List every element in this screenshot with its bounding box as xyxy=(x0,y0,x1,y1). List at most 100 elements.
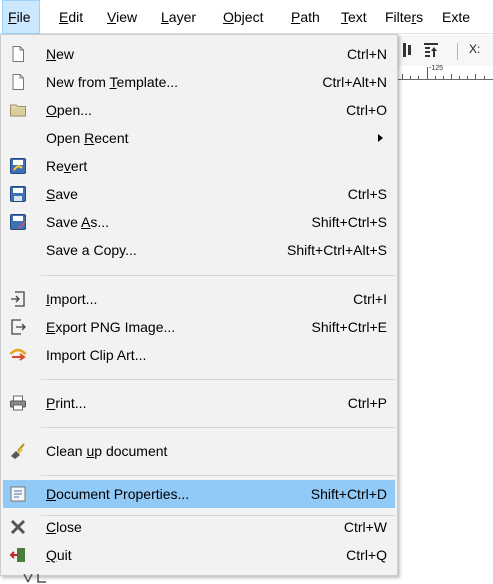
menu-label-post: ile xyxy=(16,9,31,25)
menu-label-pre: Exte xyxy=(442,9,471,25)
menu-label-post: ath xyxy=(300,9,320,25)
menu-item-label: Save As... xyxy=(46,214,110,230)
menu-item-label: Clean up document xyxy=(46,443,168,459)
menu-item-label: Open Recent xyxy=(46,130,129,146)
save-as-icon xyxy=(10,214,26,230)
export-png-icon xyxy=(11,319,26,335)
menu-label-mnemonic: T xyxy=(341,9,348,25)
menu-layer[interactable]: Layer xyxy=(156,0,201,34)
menu-item-open-recent[interactable]: Open Recent xyxy=(3,124,395,152)
shortcut: Ctrl+S xyxy=(347,186,387,202)
menu-item-print[interactable]: Print... Ctrl+P xyxy=(3,389,395,417)
menubar: File Edit View Layer Object Path Text Fi… xyxy=(0,0,493,34)
x-coordinate-label: X: xyxy=(469,42,481,56)
menu-item-label: Import... xyxy=(46,291,98,307)
toolbar-separator xyxy=(457,43,458,60)
menu-item-save[interactable]: Save Ctrl+S xyxy=(3,180,395,208)
new-document-icon xyxy=(12,46,24,62)
menu-item-label: Close xyxy=(46,519,82,535)
menu-path[interactable]: Path xyxy=(286,0,325,34)
menu-label-mnemonic: E xyxy=(59,9,69,25)
menu-item-label: Print... xyxy=(46,395,87,411)
menu-label-post: bject xyxy=(233,9,264,25)
menu-item-label: Open... xyxy=(46,102,92,118)
clean-up-icon xyxy=(11,443,25,459)
menu-item-import[interactable]: Import... Ctrl+I xyxy=(3,285,395,313)
tool-controls-bar: X: xyxy=(398,35,493,67)
menu-item-label: Export PNG Image... xyxy=(46,319,176,335)
quit-icon xyxy=(9,548,25,562)
ruler-tick xyxy=(459,76,460,79)
menu-item-label: Save xyxy=(46,186,78,202)
menu-item-new[interactable]: New Ctrl+N xyxy=(3,40,395,68)
menu-item-label: Quit xyxy=(46,547,72,563)
shortcut: Shift+Ctrl+S xyxy=(311,214,387,230)
menu-item-save-a-copy[interactable]: Save a Copy... Shift+Ctrl+Alt+S xyxy=(3,236,395,264)
save-icon xyxy=(10,186,26,202)
menu-separator xyxy=(41,427,395,428)
menu-item-document-properties[interactable]: Document Properties... Shift+Ctrl+D xyxy=(3,480,395,508)
menu-label-post: dit xyxy=(68,9,84,25)
revert-icon xyxy=(10,158,26,174)
menu-item-quit[interactable]: Quit Ctrl+Q xyxy=(3,541,395,569)
shortcut: Ctrl+P xyxy=(347,395,387,411)
toolbox-tool-icon[interactable] xyxy=(14,574,54,584)
menu-object[interactable]: Object xyxy=(218,0,268,34)
shortcut: Shift+Ctrl+D xyxy=(310,486,387,502)
menu-item-import-clip-art[interactable]: Import Clip Art... xyxy=(3,341,395,369)
menu-label-post: ext xyxy=(348,9,367,25)
menu-item-label: Save a Copy... xyxy=(46,242,137,258)
shortcut: Ctrl+N xyxy=(346,46,387,62)
shortcut: Ctrl+I xyxy=(353,291,387,307)
menu-view[interactable]: View xyxy=(102,0,142,34)
menu-item-label: Revert xyxy=(46,158,88,174)
shortcut: Shift+Ctrl+Alt+S xyxy=(287,242,387,258)
menu-text[interactable]: Text xyxy=(336,0,372,34)
menu-item-new-from-template[interactable]: New from Template... Ctrl+Alt+N xyxy=(3,68,395,96)
menu-extensions[interactable]: Exte xyxy=(437,0,475,34)
ruler-tick xyxy=(451,74,452,79)
horizontal-ruler: -125 xyxy=(398,65,493,80)
ruler-tick xyxy=(402,74,403,79)
template-icon xyxy=(12,74,24,90)
menu-item-close[interactable]: Close Ctrl+W xyxy=(3,513,395,541)
raise-to-top-icon[interactable] xyxy=(422,41,440,59)
menu-edit[interactable]: Edit xyxy=(54,0,88,34)
menu-filters[interactable]: Filters xyxy=(380,0,428,34)
menu-label-mnemonic: L xyxy=(161,9,169,25)
menu-file[interactable]: File xyxy=(2,0,40,34)
menu-label-post: ayer xyxy=(168,9,197,25)
align-icon[interactable] xyxy=(400,41,418,59)
menu-item-label: New from Template... xyxy=(46,74,179,90)
menu-separator xyxy=(41,379,395,380)
ruler-tick xyxy=(410,76,411,79)
menu-separator xyxy=(41,475,395,476)
ruler-tick xyxy=(418,76,419,79)
menu-label-mnemonic: V xyxy=(107,9,117,25)
shortcut: Ctrl+W xyxy=(343,519,387,535)
menu-label-pre: Filte xyxy=(385,9,412,25)
print-icon xyxy=(10,395,26,411)
ruler-tick xyxy=(475,74,476,79)
folder-open-icon xyxy=(10,104,26,117)
menu-item-revert[interactable]: Revert xyxy=(3,152,395,180)
menu-item-save-as[interactable]: Save As... Shift+Ctrl+S xyxy=(3,208,395,236)
submenu-arrow-icon xyxy=(378,134,383,142)
ruler-tick xyxy=(467,76,468,79)
import-icon xyxy=(11,291,25,307)
menu-label-mnemonic: O xyxy=(223,9,234,25)
close-icon xyxy=(10,519,26,535)
menu-item-open[interactable]: Open... Ctrl+O xyxy=(3,96,395,124)
document-properties-icon xyxy=(10,486,26,502)
file-menu-dropdown: New Ctrl+N New from Template... Ctrl+Alt… xyxy=(0,34,398,576)
ruler-label: -125 xyxy=(429,65,444,72)
menu-label-mnemonic: P xyxy=(291,9,301,25)
menu-item-label: Document Properties... xyxy=(46,486,190,502)
menu-label-mnemonic: F xyxy=(8,9,17,25)
shortcut: Shift+Ctrl+E xyxy=(311,319,387,335)
menu-item-clean-up-document[interactable]: Clean up document xyxy=(3,437,395,465)
menu-item-label: Import Clip Art... xyxy=(46,347,147,363)
menu-label-post: iew xyxy=(116,9,138,25)
ruler-tick xyxy=(427,67,428,79)
menu-item-export-png[interactable]: Export PNG Image... Shift+Ctrl+E xyxy=(3,313,395,341)
